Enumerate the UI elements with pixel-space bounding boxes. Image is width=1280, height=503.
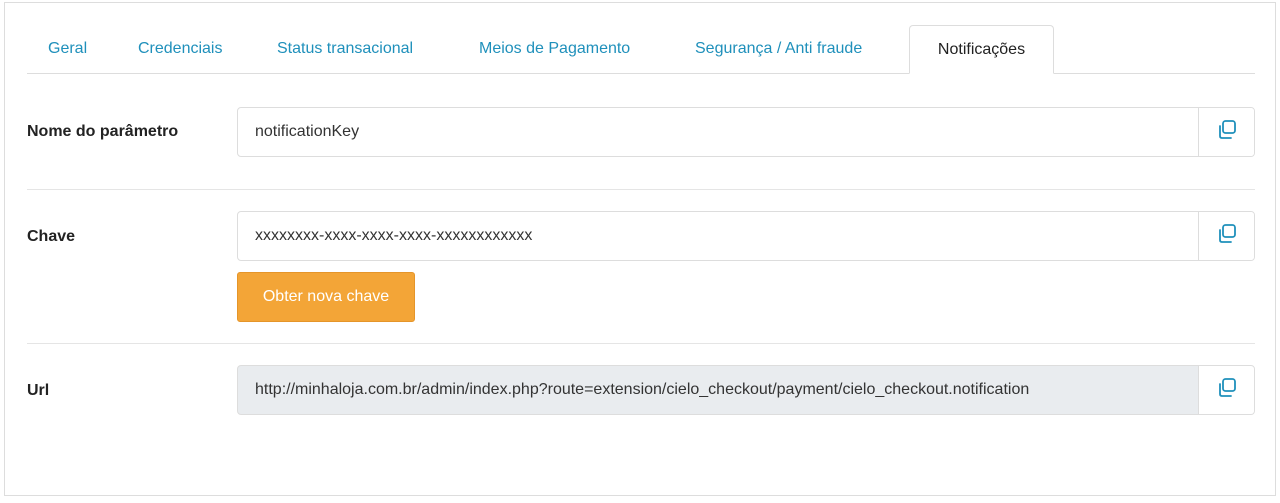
copy-icon [1216, 223, 1238, 250]
url-label: Url [27, 382, 50, 399]
param-name-field [237, 107, 1255, 157]
tab-status-transacional[interactable]: Status transacional [277, 25, 413, 73]
settings-panel: Geral Credenciais Status transacional Me… [4, 2, 1276, 496]
url-field [237, 365, 1255, 415]
param-name-label: Nome do parâmetro [27, 123, 179, 140]
copy-icon [1216, 119, 1238, 146]
tab-credenciais[interactable]: Credenciais [138, 25, 222, 73]
tab-geral[interactable]: Geral [48, 25, 87, 73]
divider [27, 343, 1255, 344]
param-name-input[interactable] [238, 108, 1198, 156]
tab-bar: Geral Credenciais Status transacional Me… [27, 25, 1255, 74]
copy-icon [1216, 377, 1238, 404]
divider [27, 189, 1255, 190]
key-input[interactable] [238, 212, 1198, 260]
param-name-copy-button[interactable] [1198, 108, 1254, 156]
key-copy-button[interactable] [1198, 212, 1254, 260]
tab-notificacoes[interactable]: Notificações [909, 25, 1054, 74]
tab-seguranca-anti-fraude[interactable]: Segurança / Anti fraude [695, 25, 862, 73]
key-label: Chave [27, 228, 76, 245]
key-field [237, 211, 1255, 261]
tab-meios-de-pagamento[interactable]: Meios de Pagamento [479, 25, 630, 73]
get-new-key-button[interactable]: Obter nova chave [237, 272, 415, 322]
url-copy-button[interactable] [1198, 366, 1254, 414]
url-input[interactable] [238, 366, 1198, 414]
